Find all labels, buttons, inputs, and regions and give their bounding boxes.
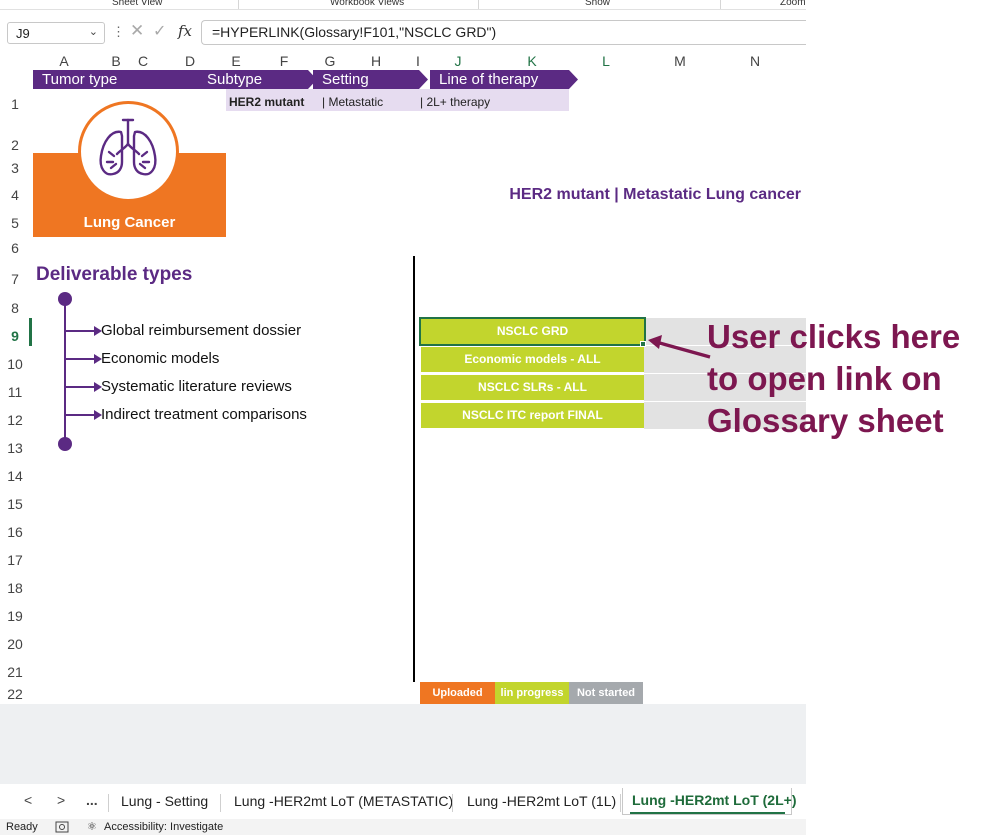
ribbon-zoom-label: Zoom [780, 0, 806, 8]
cancel-icon[interactable]: ✕ [130, 21, 144, 41]
breadcrumb-subtype: Subtype [198, 70, 317, 89]
deliverables-tree-diagram [58, 292, 102, 451]
grid-empty-area [0, 704, 806, 784]
nsclc-grd-link-button[interactable]: NSCLC GRD [419, 317, 646, 346]
page-title: HER2 mutant | Metastatic Lung cancer [509, 186, 801, 203]
breadcrumb-setting: Setting [313, 70, 428, 89]
legend-in-progress: lin progress [495, 682, 569, 704]
row-header-11[interactable]: 11 [0, 384, 30, 400]
row-header-6[interactable]: 6 [0, 240, 30, 256]
macro-recording-icon[interactable] [55, 821, 69, 833]
column-header-j[interactable]: J [438, 52, 478, 70]
column-header-b[interactable]: B [104, 52, 128, 70]
sheet-tab-active-label: Lung -HER2mt LoT (2L+) [632, 792, 797, 808]
name-box-value: J9 [16, 26, 30, 41]
lungs-icon [99, 118, 157, 176]
sheet-tab-active[interactable]: Lung -HER2mt LoT (2L+) [622, 788, 797, 815]
nsclc-slrs-link-button[interactable]: NSCLC SLRs - ALL [421, 375, 644, 400]
row-header-15[interactable]: 15 [0, 496, 30, 512]
formula-input[interactable]: =HYPERLINK(Glossary!F101,"NSCLC GRD") [201, 20, 806, 45]
column-header-c[interactable]: C [131, 52, 155, 70]
nsclc-itc-report-link-button[interactable]: NSCLC ITC report FINAL [421, 403, 644, 428]
economic-models-link-button[interactable]: Economic models - ALL [421, 347, 644, 372]
row-header-13[interactable]: 13 [0, 440, 30, 456]
legend-uploaded: Uploaded [420, 682, 495, 704]
enter-check-icon[interactable]: ✓ [153, 21, 166, 41]
ribbon-show-label: Show [585, 0, 611, 8]
excel-window: Sheet View Workbook Views Show Zoom J9 ⌄… [0, 0, 806, 835]
setting-value: | Metastatic [322, 95, 384, 109]
sheet-tab[interactable]: Lung -HER2mt LoT (1L) [467, 793, 616, 809]
row-header-3[interactable]: 3 [0, 160, 30, 176]
scroll-left-icon[interactable]: < [24, 792, 32, 808]
row-header-20[interactable]: 20 [0, 636, 30, 652]
row-header-14[interactable]: 14 [0, 468, 30, 484]
accessibility-status[interactable]: Accessibility: Investigate [104, 821, 223, 833]
row-header-4[interactable]: 4 [0, 187, 30, 203]
tree-bottom-dot [58, 437, 72, 451]
row-header-9[interactable]: 9 [0, 328, 30, 344]
column-header-d[interactable]: D [172, 52, 208, 70]
logo-circle [78, 101, 179, 202]
deliverable-item: Systematic literature reviews [101, 378, 292, 395]
row-header-5[interactable]: 5 [0, 215, 30, 231]
insert-function-icon[interactable]: fx [178, 22, 192, 40]
deliverable-item: Global reimbursement dossier [101, 322, 302, 339]
ribbon-workbook-views-label: Workbook Views [330, 0, 405, 8]
row-header-21[interactable]: 21 [0, 664, 30, 680]
row-header-7[interactable]: 7 [0, 271, 30, 287]
formula-bar: J9 ⌄ ⋮ ✕ ✓ fx =HYPERLINK(Glossary!F101,"… [0, 20, 806, 46]
column-header-k[interactable]: K [512, 52, 552, 70]
ready-status: Ready [6, 821, 38, 833]
logo-label: Lung Cancer [83, 214, 176, 231]
ribbon-group-labels: Sheet View Workbook Views Show Zoom [0, 0, 806, 10]
column-header-i[interactable]: I [410, 52, 426, 70]
deliverable-item: Indirect treatment comparisons [101, 406, 307, 423]
row-header-1[interactable]: 1 [0, 96, 30, 112]
chevron-down-icon[interactable]: ⌄ [89, 25, 98, 38]
row-header-18[interactable]: 18 [0, 580, 30, 596]
column-header-m[interactable]: M [660, 52, 700, 70]
subtype-value: HER2 mutant [229, 95, 305, 109]
status-bar: Ready ⚛ Accessibility: Investigate [0, 819, 806, 835]
breadcrumb-tumor-type: Tumor type [33, 70, 207, 89]
row-header-19[interactable]: 19 [0, 608, 30, 624]
row-header-22[interactable]: 22 [0, 686, 30, 702]
annotation-text: User clicks here to open link on Glossar… [707, 318, 961, 439]
ribbon-sheet-view-label: Sheet View [112, 0, 163, 8]
more-options-icon[interactable]: ⋮ [112, 24, 125, 40]
more-sheets-icon[interactable]: ... [86, 792, 98, 808]
column-headers: A B C D E F G H I J K L M N [0, 52, 806, 70]
breadcrumb-values: HER2 mutant | Metastatic | 2L+ therapy [226, 89, 569, 111]
column-header-n[interactable]: N [735, 52, 775, 70]
column-header-f[interactable]: F [268, 52, 300, 70]
sheet-tab[interactable]: Lung -HER2mt LoT (METASTATIC) [234, 793, 453, 809]
column-header-g[interactable]: G [318, 52, 342, 70]
breadcrumb-line-of-therapy: Line of therapy [430, 70, 578, 89]
column-header-e[interactable]: E [224, 52, 248, 70]
row-header-12[interactable]: 12 [0, 412, 30, 428]
row-header-16[interactable]: 16 [0, 524, 30, 540]
line-value: | 2L+ therapy [420, 95, 491, 109]
vertical-divider [413, 256, 415, 682]
column-header-l[interactable]: L [586, 52, 626, 70]
accessibility-icon[interactable]: ⚛ [87, 820, 97, 833]
scroll-right-icon[interactable]: > [57, 792, 65, 808]
deliverable-item: Economic models [101, 350, 220, 367]
sheet-tab[interactable]: Lung - Setting [121, 793, 208, 809]
active-tab-underline [630, 812, 785, 814]
row-header-17[interactable]: 17 [0, 552, 30, 568]
legend-not-started: Not started [569, 682, 643, 704]
name-box[interactable]: J9 ⌄ [7, 22, 105, 44]
row-headers: 1 2 3 4 5 6 7 8 9 10 11 12 13 14 15 16 1… [0, 70, 32, 704]
column-header-h[interactable]: H [360, 52, 392, 70]
row-header-2[interactable]: 2 [0, 137, 30, 153]
deliverable-types-heading: Deliverable types [36, 264, 193, 285]
row-header-10[interactable]: 10 [0, 356, 30, 372]
column-header-a[interactable]: A [36, 52, 92, 70]
row-header-8[interactable]: 8 [0, 300, 30, 316]
